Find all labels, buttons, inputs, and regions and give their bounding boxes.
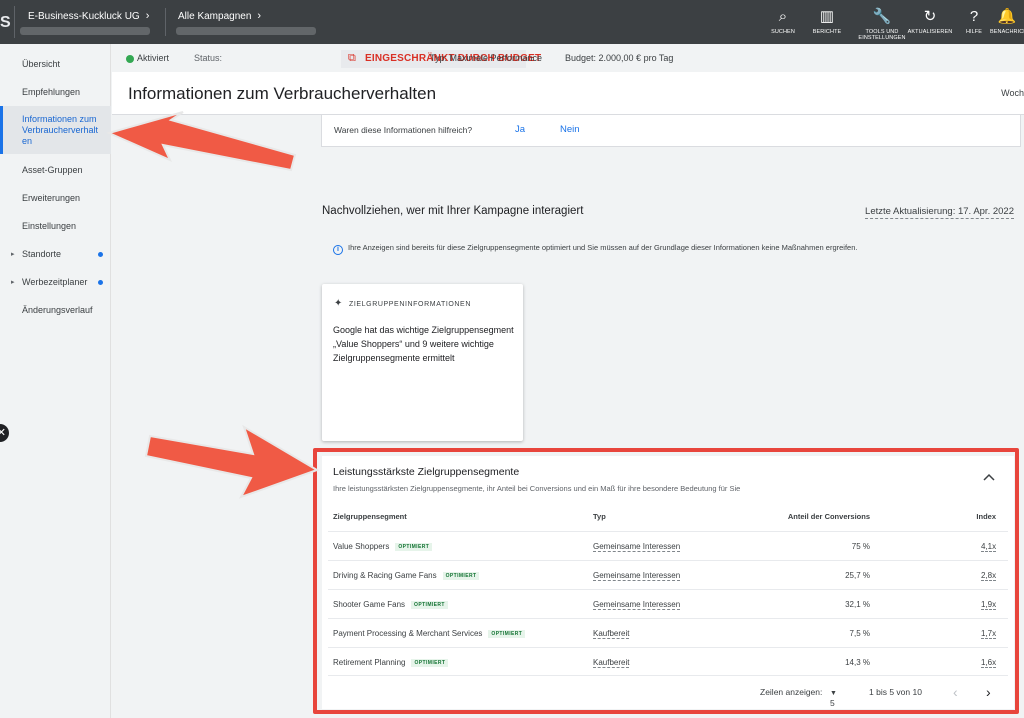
section-title: Nachvollziehen, wer mit Ihrer Kampagne i… <box>322 205 584 217</box>
annotation-arrow-sidebar <box>106 111 297 172</box>
sidebar-item-label-line: en <box>22 136 33 146</box>
annotation-arrow-table <box>144 424 320 499</box>
notification-dot <box>98 280 103 285</box>
sidebar-item-recommendations[interactable]: Empfehlungen <box>0 87 111 98</box>
sidebar-item-label: Standorte <box>22 249 62 259</box>
last-update[interactable]: Letzte Aktualisierung: 17. Apr. 2022 <box>865 206 1014 219</box>
insight-card-header: ✦ ZIELGRUPPENINFORMATIONEN <box>334 298 471 309</box>
topbar-divider <box>14 6 15 38</box>
sidebar-item-ad-schedule[interactable]: ▸ Werbezeitplaner <box>0 277 111 288</box>
feedback-question: Waren diese Informationen hilfreich? <box>334 125 473 135</box>
sidebar-item-label: Asset-Gruppen <box>22 165 83 175</box>
sidebar-item-locations[interactable]: ▸ Standorte <box>0 249 111 260</box>
tools-settings-label: TOOLS UND EINSTELLUNGEN <box>858 29 906 41</box>
top-bar: S E-Business-Kuckluck UG › Alle Kampagnen… <box>0 0 1024 44</box>
trend-chart-icon: ⧉ <box>348 52 356 64</box>
reports-tool-label: BERICHTE <box>812 29 842 35</box>
reports-tool-button[interactable]: ▥ BERICHTE <box>800 8 854 35</box>
breadcrumb-divider <box>165 8 166 36</box>
sidebar-item-label: Übersicht <box>22 59 61 69</box>
campaign-budget: Budget: 2.000,00 € pro Tag <box>565 53 674 63</box>
info-message: i Ihre Anzeigen sind bereits für diese Zi… <box>333 243 857 255</box>
sidebar-item-label: Erweiterungen <box>22 193 81 203</box>
sidebar-item-label: Empfehlungen <box>22 87 81 97</box>
sidebar-item-settings[interactable]: Einstellungen <box>0 221 111 232</box>
bell-icon: 🔔 <box>997 8 1017 25</box>
audience-insight-card[interactable]: ✦ ZIELGRUPPENINFORMATIONEN Google hat das… <box>322 284 523 441</box>
sidebar-item-change-history[interactable]: Änderungsverlauf <box>0 305 111 316</box>
date-range-selector[interactable]: Woch <box>1001 88 1024 98</box>
sidebar-item-label-line: Informationen zum <box>22 114 97 124</box>
caret-right-icon: ▸ <box>11 279 15 286</box>
sidebar-item-asset-groups[interactable]: Asset-Gruppen <box>0 165 111 176</box>
notifications-tool-button[interactable]: 🔔 BENACHRICHTIGUNGEN <box>990 8 1024 35</box>
status-active: Aktiviert <box>137 53 170 63</box>
info-text: Ihre Anzeigen sind bereits für diese Zie… <box>348 243 858 252</box>
account-breadcrumb[interactable]: E-Business-Kuckluck UG › <box>28 10 149 22</box>
sidebar-item-consumer-insights[interactable]: Informationen zum Verbraucherverhalt en <box>0 106 111 154</box>
insight-card-heading: ZIELGRUPPENINFORMATIONEN <box>348 301 471 308</box>
account-id-redacted <box>20 27 150 35</box>
sidebar-item-label: Änderungsverlauf <box>22 305 93 315</box>
brand-letter: S <box>0 14 11 31</box>
sidebar-item-label: Werbezeitplaner <box>22 277 88 287</box>
info-icon: i <box>333 245 343 255</box>
sparkle-icon: ✦ <box>334 298 343 309</box>
chevron-right-icon: › <box>257 10 262 22</box>
campaign-name-redacted <box>176 27 316 35</box>
sidebar: Übersicht Empfehlungen Informationen zum… <box>0 44 111 718</box>
notification-dot <box>98 252 103 257</box>
feedback-no-button[interactable]: Nein <box>560 124 580 135</box>
account-name: E-Business-Kuckluck UG <box>28 11 140 22</box>
campaigns-breadcrumb[interactable]: Alle Kampagnen › <box>178 10 261 22</box>
status-active-dot <box>126 55 134 63</box>
feedback-card: Waren diese Informationen hilfreich? Ja … <box>321 115 1021 147</box>
reports-icon: ▥ <box>819 8 835 25</box>
status-label: Status: <box>194 53 223 63</box>
sidebar-item-label: Einstellungen <box>22 221 77 231</box>
campaign-status-bar: Aktiviert Status: ⧉ EINGESCHRÄNKT DURCH … <box>112 44 1024 72</box>
wrench-icon: 🔧 <box>872 8 892 25</box>
tools-settings-button[interactable]: 🔧 TOOLS UND EINSTELLUNGEN <box>855 8 909 41</box>
page-header: Informationen zum Verbraucherverhalten W… <box>112 72 1024 115</box>
feedback-yes-button[interactable]: Ja <box>515 124 525 135</box>
notifications-tool-label: BENACHRICHTIGUNGEN <box>990 29 1024 35</box>
campaigns-label: Alle Kampagnen <box>178 11 252 22</box>
insight-card-body: Google hat das wichtige Zielgruppensegme… <box>333 325 514 363</box>
page-title: Informationen zum Verbraucherverhalten <box>128 84 437 103</box>
chevron-right-icon: › <box>145 10 150 22</box>
campaign-type: Typ: Maximale Performance <box>430 53 543 63</box>
annotation-highlight-frame <box>313 448 1019 714</box>
sidebar-item-overview[interactable]: Übersicht <box>0 59 111 70</box>
sidebar-item-extensions[interactable]: Erweiterungen <box>0 193 111 204</box>
caret-right-icon: ▸ <box>11 251 15 258</box>
sidebar-item-label-line: Verbraucherverhalt <box>22 125 99 135</box>
